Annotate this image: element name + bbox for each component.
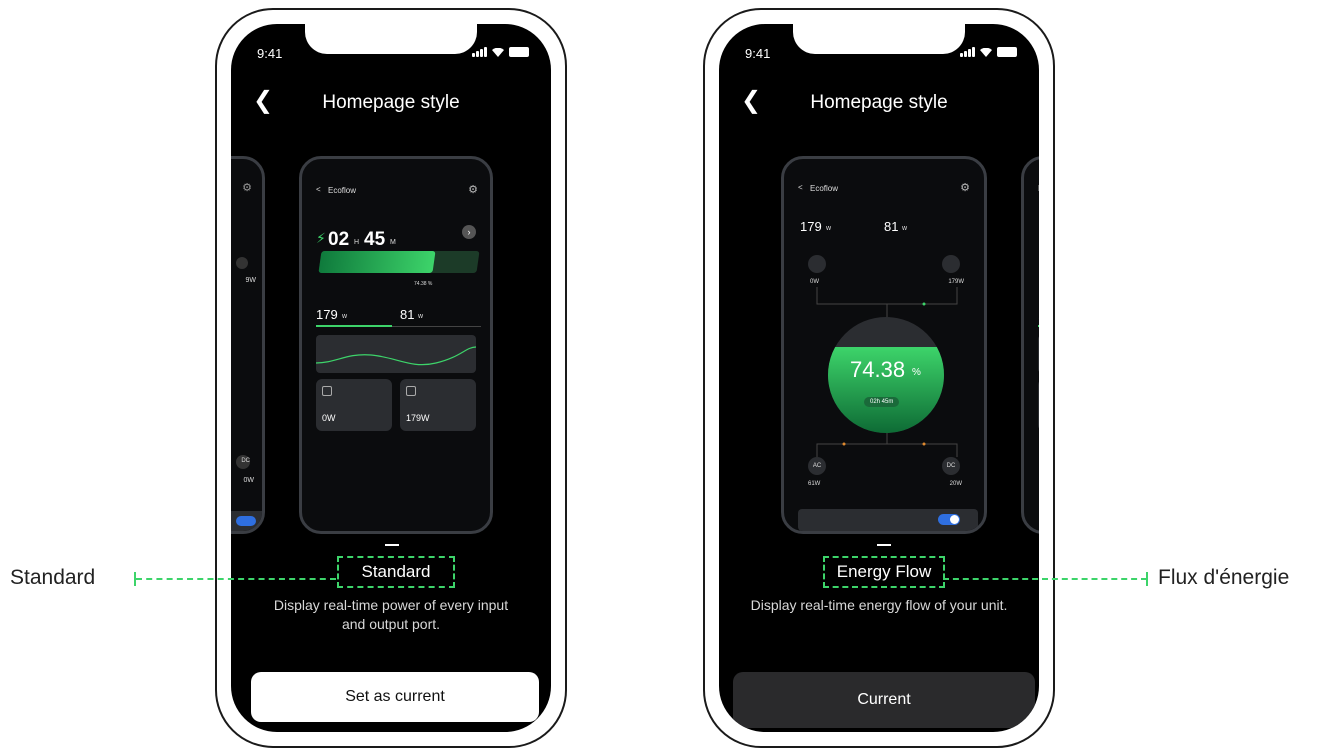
annotation-tick [1146, 572, 1148, 586]
mode-label-highlight: Standard [337, 556, 455, 588]
node-value: 61W [808, 481, 821, 487]
charging-bolt-icon: ⚡ [316, 230, 326, 246]
battery-percent: 74.38 [850, 357, 906, 382]
output-watts: 81 [400, 307, 415, 322]
description-line: and output port. [341, 616, 441, 632]
current-button[interactable]: Current [733, 672, 1035, 728]
status-icons [960, 47, 1017, 57]
mode-label-highlight: Energy Flow [823, 556, 945, 588]
battery-bar [318, 251, 480, 273]
page-title: Homepage style [322, 92, 460, 113]
time-minutes-unit: M [390, 239, 396, 246]
toggle-knob [950, 515, 959, 524]
mode-description: Display real-time power of every input a… [231, 596, 551, 634]
standard-preview-card[interactable]: < Ecoflow ⚙ ⚡ 02 H 45 M › 74.38 % 179 w … [299, 156, 493, 534]
settings-icon: ⚙ [242, 182, 252, 194]
battery-icon [509, 47, 529, 57]
wifi-icon [980, 47, 992, 57]
side-text: DC [241, 458, 250, 464]
port-tile-input: 0V [1038, 379, 1039, 431]
power-chart [316, 335, 476, 373]
output-watts-unit: w [418, 313, 424, 320]
tab-underline-active [1038, 325, 1039, 327]
annotation-label-flux: Flux d'énergie [1158, 566, 1290, 589]
tab-underline-active [316, 325, 392, 327]
settings-icon: ⚙ [468, 184, 478, 196]
port-tile-solar[interactable]: 179W [400, 379, 476, 431]
charging-bolt-icon: ⚡ [1038, 230, 1039, 247]
side-preview-card[interactable]: Ec ⚡ 179 0V [1021, 156, 1039, 534]
ac-node-icon[interactable]: AC [808, 457, 826, 475]
app-name: Ecoflow [328, 186, 357, 195]
power-chart-line [316, 346, 476, 366]
time-minutes: 45 [364, 229, 386, 250]
page-title: Homepage style [810, 92, 948, 113]
annotation-label-standard: Standard [10, 566, 96, 589]
left-phone-frame: 9:41 ❮ Homepage style ⚙ 9W DC 0W < Ecofl… [215, 8, 567, 748]
toggle-icon[interactable] [938, 514, 960, 525]
side-text: 0W [243, 477, 255, 484]
dc-node-icon[interactable]: DC [942, 457, 960, 475]
signal-icon [960, 47, 975, 57]
detail-arrow-icon[interactable]: › [462, 225, 476, 239]
wifi-icon [492, 47, 504, 57]
mode-name: Standard [361, 562, 431, 581]
power-chart [1038, 335, 1039, 373]
port-tile-value: 0W [322, 413, 336, 423]
left-phone-screen: 9:41 ❮ Homepage style ⚙ 9W DC 0W < Ecofl… [231, 24, 551, 732]
side-text: 9W [245, 277, 257, 284]
side-text: Ec [1038, 184, 1039, 193]
annotation-connector-right [943, 578, 1147, 580]
input-watts-unit: w [342, 313, 348, 320]
status-time: 9:41 [745, 46, 771, 61]
notch [305, 24, 477, 54]
status-icons [472, 47, 529, 57]
side-text: 179 [1038, 307, 1039, 322]
time-hours-unit: H [354, 239, 360, 246]
battery-percent-sign: % [912, 367, 921, 378]
set-as-current-button[interactable]: Set as current [251, 672, 539, 722]
mode-name: Energy Flow [836, 562, 932, 581]
solar-panel-icon [406, 386, 416, 396]
signal-icon [472, 47, 487, 57]
status-time: 9:41 [257, 46, 283, 61]
notch [793, 24, 965, 54]
right-phone-screen: 9:41 ❮ Homepage style < Ecoflow ⚙ 179 w … [719, 24, 1039, 732]
input-watts: 179 [316, 307, 338, 322]
battery-percent: 74.38 % [414, 281, 433, 287]
remaining-time-badge: 02h 45m [864, 397, 900, 407]
grid-icon [236, 257, 248, 269]
right-phone-frame: 9:41 ❮ Homepage style < Ecoflow ⚙ 179 w … [703, 8, 1055, 748]
battery-icon [997, 47, 1017, 57]
node-value: 20W [949, 481, 962, 487]
ecoflow-back-icon: < [316, 185, 321, 194]
port-tile-value: 179W [406, 413, 430, 423]
mode-description: Display real-time energy flow of your un… [750, 597, 1008, 613]
time-hours: 02 [328, 229, 350, 250]
outlet-icon [322, 386, 332, 396]
battery-bar-fill [318, 251, 436, 273]
toggle-icon [236, 516, 256, 526]
energy-flow-preview-card[interactable]: < Ecoflow ⚙ 179 w 81 w 0W 179W 74.38 % 0… [781, 156, 987, 534]
port-tile-input[interactable]: 0W [316, 379, 392, 431]
page-indicator [385, 544, 399, 546]
description-line: Display real-time power of every input [273, 597, 509, 613]
page-indicator [877, 544, 891, 546]
side-preview-card[interactable]: ⚙ 9W DC 0W [231, 156, 265, 534]
annotation-connector-left [136, 578, 336, 580]
